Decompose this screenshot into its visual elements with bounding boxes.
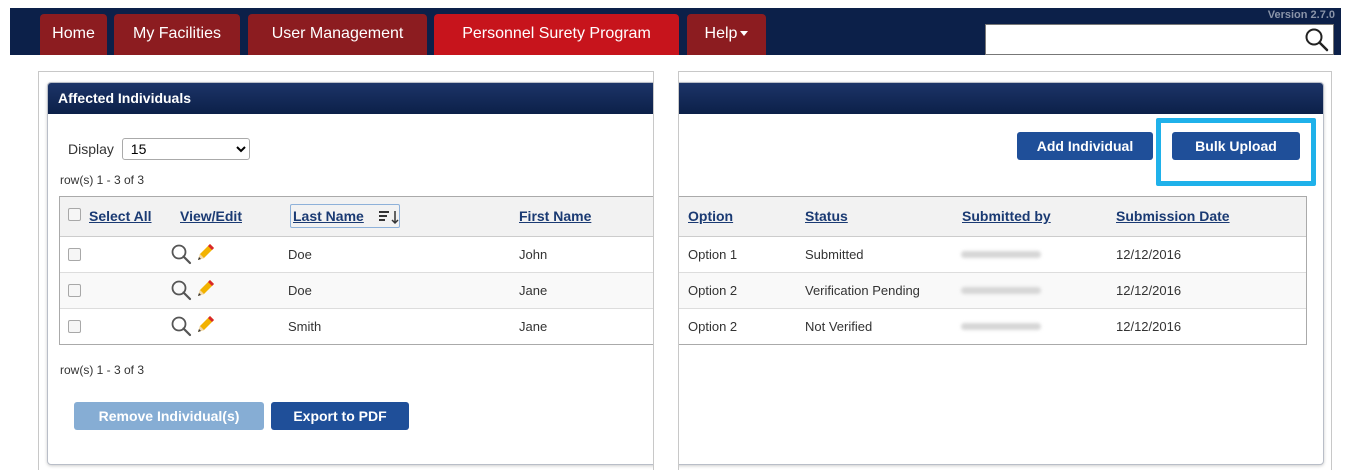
header-submission-date[interactable]: Submission Date bbox=[1116, 208, 1230, 224]
cell-first-name: Jane bbox=[519, 283, 548, 298]
tab-personnel-surety-program[interactable]: Personnel Surety Program bbox=[434, 14, 679, 55]
bulk-upload-button[interactable]: Bulk Upload bbox=[1172, 132, 1300, 160]
top-nav-bar: Version 2.7.0 Home My Facilities User Ma… bbox=[10, 8, 1341, 55]
cell-submitted-by-redacted bbox=[961, 287, 1041, 294]
table-row: Doe John Option 1 Submitted 12/12/2016 bbox=[60, 237, 1306, 273]
cell-first-name: Jane bbox=[519, 319, 548, 334]
magnifier-icon[interactable] bbox=[170, 243, 192, 265]
add-individual-button[interactable]: Add Individual bbox=[1017, 132, 1153, 160]
cell-last-name: Doe bbox=[288, 283, 312, 298]
magnifier-icon[interactable] bbox=[170, 315, 192, 337]
table-row: Doe Jane Option 2 Verification Pending 1… bbox=[60, 273, 1306, 309]
cell-submitted-by-redacted bbox=[961, 251, 1041, 258]
row-checkbox[interactable] bbox=[68, 320, 81, 333]
cell-status: Verification Pending bbox=[805, 283, 920, 298]
frame-divider-right bbox=[1331, 71, 1332, 470]
header-status[interactable]: Status bbox=[805, 208, 848, 224]
frame-divider-top bbox=[38, 71, 1332, 72]
screenshot-splice-gap bbox=[653, 71, 679, 470]
header-select-all[interactable]: Select All bbox=[89, 208, 152, 224]
header-option[interactable]: Option bbox=[688, 208, 733, 224]
header-view-edit[interactable]: View/Edit bbox=[180, 208, 242, 224]
search-input[interactable] bbox=[985, 24, 1334, 55]
chevron-down-icon bbox=[740, 31, 749, 37]
select-all-checkbox[interactable] bbox=[68, 208, 81, 221]
tab-home[interactable]: Home bbox=[40, 14, 107, 55]
cell-option: Option 2 bbox=[688, 283, 738, 298]
cell-submission-date: 12/12/2016 bbox=[1116, 283, 1182, 298]
magnifier-icon[interactable] bbox=[170, 279, 192, 301]
cell-option: Option 1 bbox=[688, 247, 738, 262]
table-row: Smith Jane Option 2 Not Verified 12/12/2… bbox=[60, 309, 1306, 345]
pencil-icon[interactable] bbox=[194, 242, 216, 264]
cell-status: Not Verified bbox=[805, 319, 873, 334]
remove-individuals-button[interactable]: Remove Individual(s) bbox=[74, 402, 264, 430]
display-label: Display bbox=[68, 141, 114, 157]
panel-title: Affected Individuals bbox=[48, 83, 1323, 114]
search-icon[interactable] bbox=[1304, 27, 1330, 53]
tab-my-facilities[interactable]: My Facilities bbox=[114, 14, 240, 55]
row-checkbox[interactable] bbox=[68, 284, 81, 297]
header-last-name[interactable]: Last Name bbox=[293, 208, 364, 224]
tab-user-management[interactable]: User Management bbox=[248, 14, 427, 55]
row-checkbox[interactable] bbox=[68, 248, 81, 261]
tab-help[interactable]: Help bbox=[687, 14, 766, 55]
export-to-pdf-button[interactable]: Export to PDF bbox=[271, 402, 409, 430]
header-first-name[interactable]: First Name bbox=[519, 208, 591, 224]
display-select[interactable]: 15 bbox=[121, 138, 250, 160]
cell-first-name: John bbox=[519, 247, 548, 262]
pencil-icon[interactable] bbox=[194, 314, 216, 336]
version-text: Version 2.7.0 bbox=[1267, 9, 1335, 21]
header-submitted-by[interactable]: Submitted by bbox=[962, 208, 1051, 224]
frame-divider-left bbox=[38, 71, 39, 470]
cell-option: Option 2 bbox=[688, 319, 738, 334]
affected-individuals-panel: Affected Individuals Display 15 row(s) 1… bbox=[47, 82, 1324, 465]
table-header: Select All View/Edit Last Name First Nam… bbox=[60, 197, 1306, 237]
pencil-icon[interactable] bbox=[194, 278, 216, 300]
cell-submitted-by-redacted bbox=[961, 323, 1041, 330]
row-count-bottom: row(s) 1 - 3 of 3 bbox=[60, 363, 145, 377]
row-count-top: row(s) 1 - 3 of 3 bbox=[60, 173, 145, 187]
cell-last-name: Smith bbox=[288, 319, 322, 334]
cell-status: Submitted bbox=[805, 247, 864, 262]
tab-help-label: Help bbox=[704, 25, 738, 42]
cell-last-name: Doe bbox=[288, 247, 312, 262]
sort-icon[interactable] bbox=[377, 209, 401, 225]
cell-submission-date: 12/12/2016 bbox=[1116, 247, 1182, 262]
cell-submission-date: 12/12/2016 bbox=[1116, 319, 1182, 334]
display-control: Display 15 bbox=[68, 138, 250, 160]
individuals-table: Select All View/Edit Last Name First Nam… bbox=[59, 196, 1307, 345]
